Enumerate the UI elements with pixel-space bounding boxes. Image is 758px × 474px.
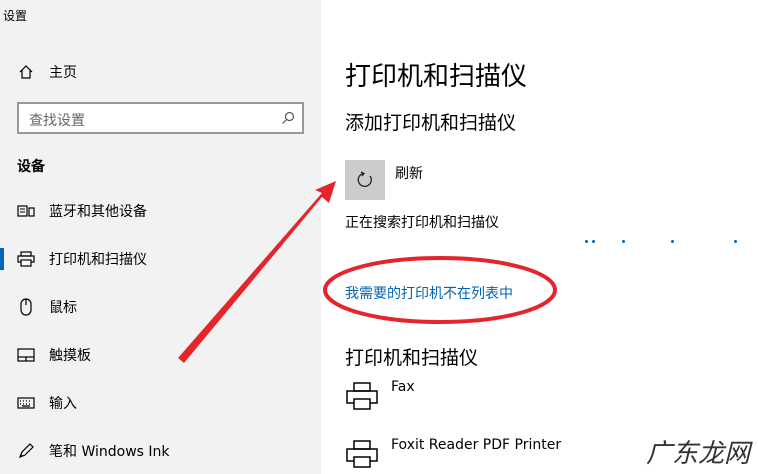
sidebar-item-label: 蓝牙和其他设备 bbox=[49, 204, 147, 220]
sidebar-item-label: 触摸板 bbox=[49, 348, 91, 364]
refresh-button[interactable] bbox=[345, 160, 385, 200]
printer-not-listed-link[interactable]: 我需要的打印机不在列表中 bbox=[345, 283, 513, 303]
sidebar-item-pen[interactable]: 笔和 Windows Ink bbox=[0, 431, 321, 471]
progress-dot bbox=[671, 240, 674, 243]
printers-list-heading: 打印机和扫描仪 bbox=[345, 347, 479, 369]
window-title: 设置 bbox=[3, 9, 28, 23]
progress-dot bbox=[734, 240, 737, 243]
printer-icon bbox=[345, 379, 379, 413]
bluetooth-devices-icon bbox=[17, 202, 35, 220]
sidebar-item-home[interactable]: 主页 bbox=[0, 52, 321, 92]
sidebar-item-mouse[interactable]: 鼠标 bbox=[0, 287, 321, 327]
progress-dot bbox=[622, 240, 625, 243]
sidebar-item-label: 主页 bbox=[49, 65, 77, 81]
sidebar-item-typing[interactable]: 输入 bbox=[0, 383, 321, 423]
printer-icon bbox=[345, 437, 379, 471]
search-icon[interactable] bbox=[280, 110, 296, 126]
sidebar-item-label: 输入 bbox=[49, 396, 77, 412]
keyboard-icon bbox=[17, 394, 35, 412]
sidebar-item-label: 鼠标 bbox=[49, 300, 77, 316]
page-title: 打印机和扫描仪 bbox=[345, 62, 528, 92]
refresh-icon bbox=[357, 171, 372, 187]
sidebar-item-label: 笔和 Windows Ink bbox=[49, 444, 170, 460]
section-heading: 设备 bbox=[17, 159, 45, 175]
printer-name: Fax bbox=[391, 379, 415, 395]
home-icon bbox=[17, 63, 35, 81]
searching-status: 正在搜索打印机和扫描仪 bbox=[345, 215, 499, 231]
touchpad-icon bbox=[17, 346, 35, 364]
printer-item[interactable]: Fax bbox=[345, 379, 745, 427]
pen-icon bbox=[17, 442, 35, 460]
printer-name: Foxit Reader PDF Printer bbox=[391, 437, 562, 453]
refresh-label[interactable]: 刷新 bbox=[395, 163, 423, 183]
sidebar-item-label: 打印机和扫描仪 bbox=[49, 252, 147, 268]
main-content: 打印机和扫描仪 添加打印机和扫描仪 刷新 正在搜索打印机和扫描仪 我需要的打印机… bbox=[321, 0, 758, 474]
sidebar-item-printers[interactable]: 打印机和扫描仪 bbox=[0, 239, 321, 279]
progress-dot bbox=[592, 240, 595, 243]
sidebar-item-bluetooth[interactable]: 蓝牙和其他设备 bbox=[0, 191, 321, 231]
watermark: 广东龙网 bbox=[645, 439, 750, 469]
add-printers-heading: 添加打印机和扫描仪 bbox=[345, 112, 517, 134]
printer-icon bbox=[17, 250, 35, 268]
progress-dot bbox=[585, 240, 588, 243]
mouse-icon bbox=[17, 298, 35, 316]
sidebar: 设置 主页 查找设置 设备 蓝牙和其他设备 打印机和扫描仪 鼠标 触摸板 输入 … bbox=[0, 0, 321, 474]
search-input[interactable]: 查找设置 bbox=[17, 102, 304, 134]
search-placeholder: 查找设置 bbox=[29, 113, 85, 129]
sidebar-item-touchpad[interactable]: 触摸板 bbox=[0, 335, 321, 375]
